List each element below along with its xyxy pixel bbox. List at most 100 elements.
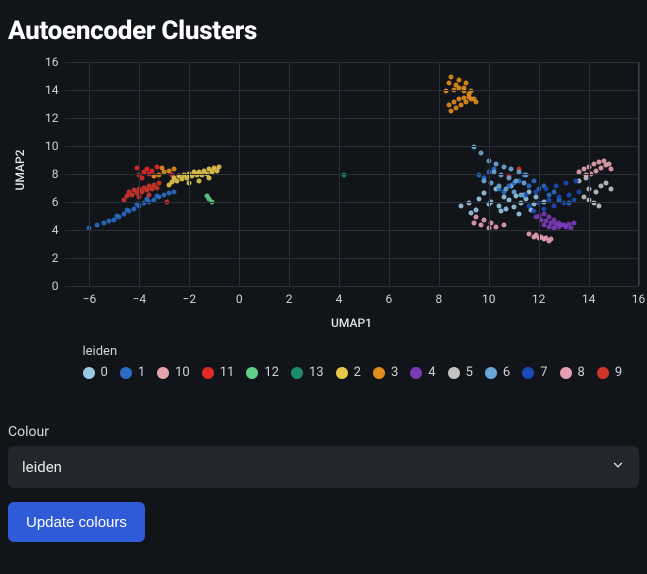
x-tick-label: 2 <box>286 292 293 306</box>
data-point[interactable] <box>526 203 531 208</box>
data-point[interactable] <box>506 175 511 180</box>
legend-item[interactable]: 12 <box>246 365 279 380</box>
data-point[interactable] <box>526 184 531 189</box>
data-point[interactable] <box>511 205 516 210</box>
data-point[interactable] <box>496 203 501 208</box>
data-point[interactable] <box>501 195 506 200</box>
data-point[interactable] <box>561 223 566 228</box>
legend: leiden 011011121323456789 <box>83 344 639 380</box>
legend-item[interactable]: 13 <box>291 365 324 380</box>
data-point[interactable] <box>494 161 499 166</box>
chevron-down-icon <box>611 458 625 476</box>
data-point[interactable] <box>551 189 556 194</box>
data-point[interactable] <box>147 192 152 197</box>
legend-item[interactable]: 3 <box>373 365 398 380</box>
data-point[interactable] <box>154 185 159 190</box>
data-point[interactable] <box>456 77 461 82</box>
legend-item[interactable]: 2 <box>336 365 361 380</box>
legend-item[interactable]: 4 <box>410 365 435 380</box>
data-point[interactable] <box>574 178 579 183</box>
data-point[interactable] <box>521 181 526 186</box>
data-point[interactable] <box>207 175 212 180</box>
data-point[interactable] <box>479 223 484 228</box>
data-point[interactable] <box>571 220 576 225</box>
data-point[interactable] <box>576 189 581 194</box>
data-point[interactable] <box>596 203 601 208</box>
data-point[interactable] <box>501 223 506 228</box>
data-point[interactable] <box>554 184 559 189</box>
legend-item[interactable]: 7 <box>522 365 547 380</box>
data-point[interactable] <box>564 181 569 186</box>
data-point[interactable] <box>172 167 177 172</box>
data-point[interactable] <box>454 83 459 88</box>
data-point[interactable] <box>449 75 454 80</box>
data-point[interactable] <box>172 189 177 194</box>
data-point[interactable] <box>167 182 172 187</box>
colour-select[interactable]: leiden <box>8 446 639 488</box>
data-point[interactable] <box>204 194 209 199</box>
data-point[interactable] <box>556 195 561 200</box>
data-point[interactable] <box>474 215 479 220</box>
data-point[interactable] <box>494 224 499 229</box>
data-point[interactable] <box>479 150 484 155</box>
y-tick-label: 6 <box>9 195 59 209</box>
legend-item[interactable]: 11 <box>202 365 235 380</box>
data-point[interactable] <box>499 209 504 214</box>
data-point[interactable] <box>566 192 571 197</box>
legend-item[interactable]: 1 <box>120 365 145 380</box>
data-point[interactable] <box>474 100 479 105</box>
data-point[interactable] <box>476 196 481 201</box>
data-point[interactable] <box>459 203 464 208</box>
data-point[interactable] <box>531 209 536 214</box>
legend-item[interactable]: 10 <box>157 365 190 380</box>
data-point[interactable] <box>464 80 469 85</box>
data-point[interactable] <box>446 80 451 85</box>
legend-item[interactable]: 8 <box>560 365 585 380</box>
data-point[interactable] <box>516 212 521 217</box>
y-tick-label: 4 <box>9 223 59 237</box>
data-point[interactable] <box>474 208 479 213</box>
data-point[interactable] <box>504 206 509 211</box>
data-point[interactable] <box>504 187 509 192</box>
data-point[interactable] <box>469 210 474 215</box>
data-point[interactable] <box>154 194 159 199</box>
data-point[interactable] <box>509 167 514 172</box>
data-point[interactable] <box>496 184 501 189</box>
data-point[interactable] <box>609 167 614 172</box>
data-point[interactable] <box>526 231 531 236</box>
data-point[interactable] <box>481 178 486 183</box>
data-point[interactable] <box>604 163 609 168</box>
data-point[interactable] <box>481 191 486 196</box>
data-point[interactable] <box>214 168 219 173</box>
data-point[interactable] <box>544 187 549 192</box>
legend-item-label: 2 <box>354 365 361 380</box>
data-point[interactable] <box>159 166 164 171</box>
data-point[interactable] <box>604 181 609 186</box>
data-point[interactable] <box>94 223 99 228</box>
scatter-chart[interactable]: UMAP2 0246810121416 −6−4−20246810121416 … <box>9 58 639 398</box>
data-point[interactable] <box>197 178 202 183</box>
data-point[interactable] <box>541 206 546 211</box>
update-colours-button[interactable]: Update colours <box>8 502 145 542</box>
legend-item[interactable]: 9 <box>597 365 622 380</box>
data-point[interactable] <box>124 208 129 213</box>
data-point[interactable] <box>114 213 119 218</box>
legend-swatch <box>83 367 95 379</box>
data-point[interactable] <box>511 189 516 194</box>
data-point[interactable] <box>551 203 556 208</box>
data-point[interactable] <box>481 217 486 222</box>
legend-item[interactable]: 0 <box>83 365 108 380</box>
data-point[interactable] <box>471 220 476 225</box>
legend-item[interactable]: 5 <box>448 365 473 380</box>
data-point[interactable] <box>594 189 599 194</box>
data-point[interactable] <box>531 178 536 183</box>
legend-swatch <box>373 367 385 379</box>
data-point[interactable] <box>149 168 154 173</box>
data-point[interactable] <box>609 187 614 192</box>
data-point[interactable] <box>501 164 506 169</box>
data-point[interactable] <box>514 178 519 183</box>
data-point[interactable] <box>524 192 529 197</box>
legend-item[interactable]: 6 <box>485 365 510 380</box>
legend-item-label: 13 <box>309 365 324 380</box>
data-point[interactable] <box>549 237 554 242</box>
